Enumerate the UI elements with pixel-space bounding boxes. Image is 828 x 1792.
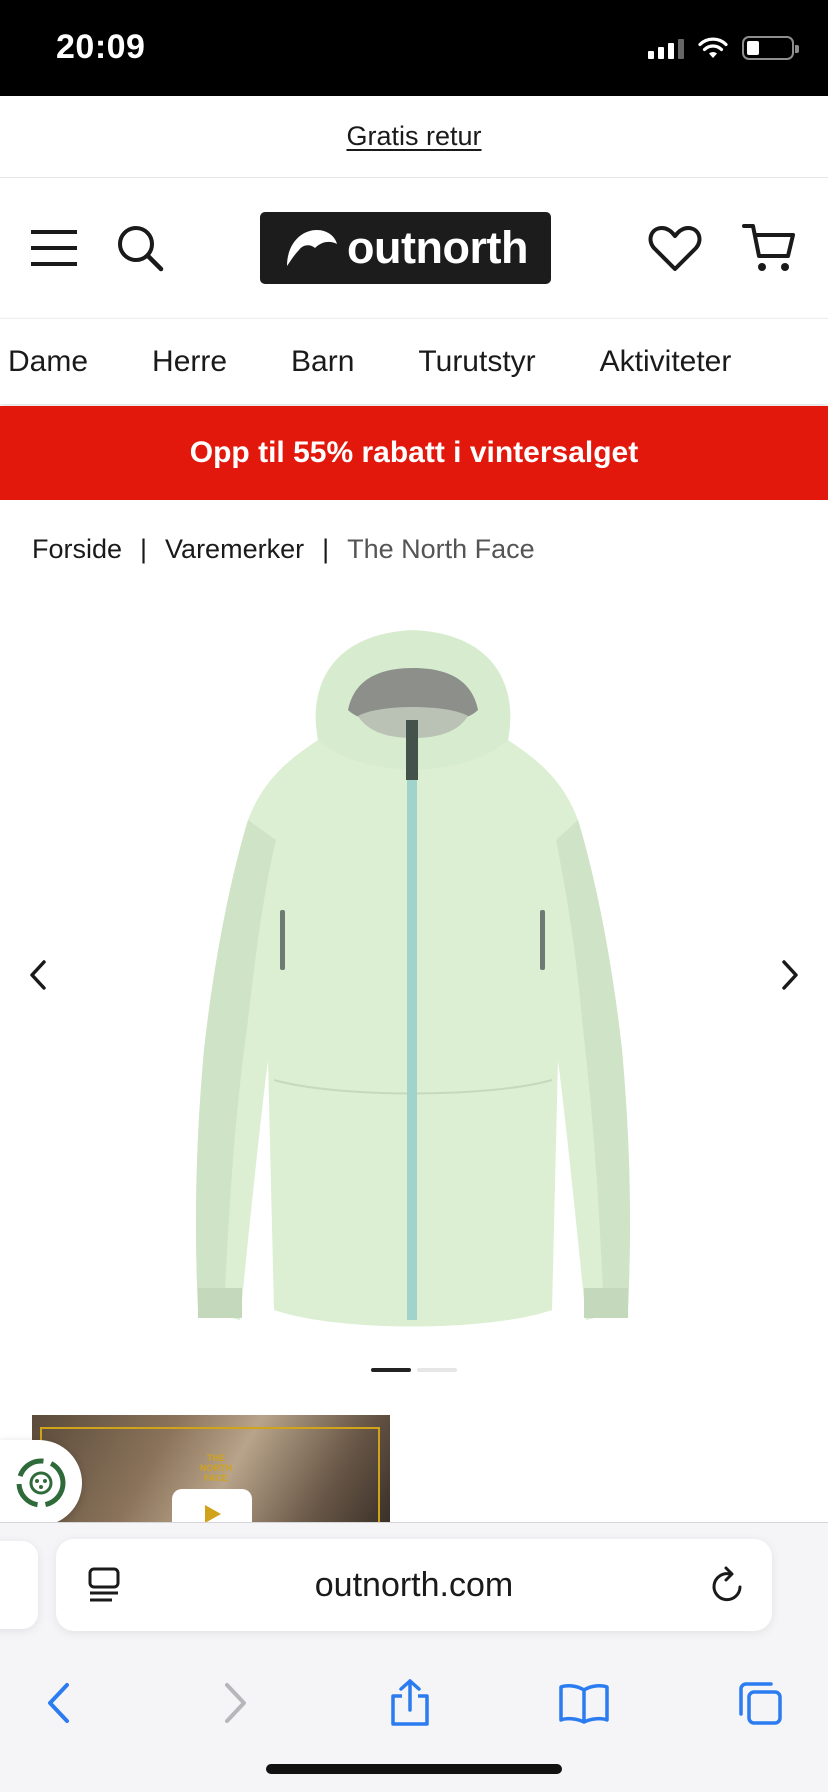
bookmarks-icon bbox=[559, 1684, 609, 1724]
breadcrumb-current: The North Face bbox=[347, 534, 535, 564]
browser-toolbar bbox=[0, 1653, 828, 1753]
share-button[interactable] bbox=[380, 1673, 440, 1733]
site-header: outnorth bbox=[0, 178, 828, 318]
forward-icon bbox=[225, 1683, 246, 1723]
tabs-icon bbox=[739, 1682, 782, 1725]
sale-banner-text: Opp til 55% rabatt i vintersalget bbox=[189, 436, 639, 469]
menu-button[interactable] bbox=[28, 222, 80, 274]
cart-icon bbox=[742, 224, 795, 271]
wishlist-button[interactable] bbox=[646, 220, 704, 278]
home-indicator[interactable] bbox=[266, 1764, 562, 1774]
product-image bbox=[196, 630, 630, 1327]
url-text: outnorth.com bbox=[314, 1565, 514, 1604]
site-logo[interactable]: outnorth bbox=[260, 212, 551, 284]
nav-item-turutstyr[interactable]: Turutstyr bbox=[418, 345, 535, 379]
eco-badge[interactable] bbox=[0, 1440, 82, 1526]
breadcrumb: Forside | Varemerker | The North Face bbox=[32, 534, 535, 565]
search-button[interactable] bbox=[112, 220, 168, 276]
sale-banner[interactable]: Opp til 55% rabatt i vintersalget bbox=[0, 406, 828, 500]
breadcrumb-home[interactable]: Forside bbox=[32, 534, 122, 565]
hamburger-icon bbox=[31, 230, 77, 266]
tabs-button[interactable] bbox=[730, 1673, 790, 1733]
status-time: 20:09 bbox=[56, 28, 146, 66]
nav-item-aktiviteter[interactable]: Aktiviteter bbox=[600, 345, 732, 379]
product-video-thumbnail[interactable]: THE NORTH FACE bbox=[32, 1415, 390, 1523]
free-returns-link[interactable]: Gratis retur bbox=[346, 121, 481, 152]
nav-item-herre[interactable]: Herre bbox=[152, 345, 227, 379]
back-icon bbox=[48, 1683, 69, 1723]
previous-tab-peek[interactable] bbox=[0, 1541, 38, 1629]
forward-button[interactable] bbox=[206, 1673, 266, 1733]
chevron-right-icon bbox=[782, 960, 798, 990]
bookmarks-button[interactable] bbox=[554, 1673, 614, 1733]
outnorth-logo-icon bbox=[287, 230, 338, 266]
gallery-prev-button[interactable] bbox=[18, 952, 58, 998]
play-icon bbox=[205, 1505, 221, 1523]
gallery-next-button[interactable] bbox=[770, 952, 810, 998]
back-button[interactable] bbox=[28, 1673, 88, 1733]
nav-item-barn[interactable]: Barn bbox=[291, 345, 354, 379]
reader-button[interactable] bbox=[88, 1567, 120, 1608]
nav-item-dame[interactable]: Dame bbox=[8, 345, 88, 379]
reload-button[interactable] bbox=[710, 1565, 746, 1610]
battery-icon bbox=[742, 36, 799, 60]
logo-text: outnorth bbox=[347, 222, 528, 273]
product-gallery[interactable] bbox=[0, 610, 828, 1350]
search-icon bbox=[118, 226, 164, 272]
wifi-icon bbox=[698, 37, 728, 58]
brand-watermark: THE NORTH FACE bbox=[200, 1453, 232, 1483]
breadcrumb-separator: | bbox=[322, 534, 330, 564]
play-button[interactable] bbox=[172, 1489, 252, 1523]
status-icons bbox=[648, 36, 799, 60]
gallery-dot-active[interactable] bbox=[371, 1368, 411, 1372]
heart-icon bbox=[648, 226, 702, 271]
reader-icon bbox=[88, 1567, 120, 1602]
cart-button[interactable] bbox=[738, 218, 800, 280]
share-icon bbox=[391, 1679, 429, 1726]
browser-chrome: outnorth.com bbox=[0, 1522, 828, 1792]
gallery-dot[interactable] bbox=[417, 1368, 457, 1372]
gallery-dots bbox=[0, 1368, 828, 1372]
breadcrumb-separator: | bbox=[140, 534, 148, 564]
signal-icon bbox=[648, 37, 684, 59]
category-nav: Dame Herre Barn Turutstyr Aktiviteter bbox=[0, 318, 828, 404]
address-bar[interactable]: outnorth.com bbox=[56, 1539, 772, 1631]
breadcrumb-brands[interactable]: Varemerker bbox=[165, 534, 304, 565]
status-bar: 20:09 bbox=[0, 0, 828, 96]
chevron-left-icon bbox=[30, 960, 46, 990]
recycle-icon bbox=[16, 1458, 66, 1508]
reload-icon bbox=[712, 1566, 742, 1602]
promo-bar: Gratis retur bbox=[0, 96, 828, 178]
